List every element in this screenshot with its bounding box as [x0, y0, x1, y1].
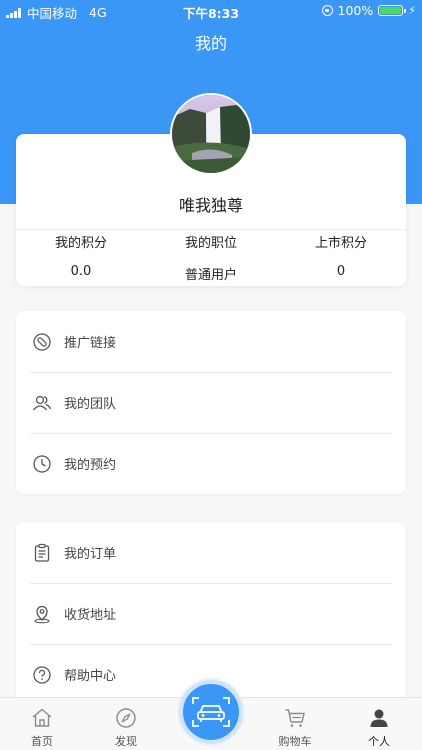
stat-label: 上市积分	[314, 236, 367, 251]
tab-profile[interactable]: 个人	[349, 706, 409, 749]
stat-value: 普通用户	[184, 268, 237, 283]
profile-stats: 我的积分 0.0 我的职位 普通用户 上市积分 0	[16, 236, 406, 283]
menu-group-account: 推广链接 我的团队 我的预约	[16, 311, 406, 494]
battery-percent: 100%	[337, 3, 374, 18]
battery-icon	[378, 5, 406, 16]
status-right: 100% ⚡	[321, 3, 416, 18]
tab-cart[interactable]: 购物车	[265, 706, 325, 749]
tab-discover[interactable]: 发现	[96, 706, 156, 749]
person-icon	[367, 706, 391, 730]
link-icon	[32, 332, 52, 352]
stat-points[interactable]: 我的积分 0.0	[16, 236, 146, 283]
menu-label: 我的团队	[64, 397, 117, 412]
compass-icon	[114, 706, 138, 730]
card-divider	[16, 229, 406, 230]
location-icon	[32, 604, 52, 624]
tab-home[interactable]: 首页	[12, 706, 72, 749]
clock-icon	[32, 454, 52, 474]
menu-label: 推广链接	[64, 336, 117, 351]
menu-item-my-team[interactable]: 我的团队	[16, 372, 406, 433]
status-bar: 中国移动 4G 下午8:33 100% ⚡	[0, 0, 422, 22]
menu-label: 帮助中心	[64, 669, 117, 684]
menu-item-address[interactable]: 收货地址	[16, 583, 406, 644]
menu-group-orders: 我的订单 收货地址 帮助中心	[16, 522, 406, 698]
menu-label: 我的订单	[64, 547, 117, 562]
menu-label: 我的预约	[64, 458, 117, 473]
tab-label: 个人	[368, 735, 390, 748]
tab-label: 购物车	[278, 735, 312, 748]
avatar[interactable]	[170, 93, 252, 175]
menu-label: 收货地址	[64, 608, 117, 623]
menu-item-appointments[interactable]: 我的预约	[16, 433, 406, 494]
stat-position[interactable]: 我的职位 普通用户	[146, 236, 276, 283]
help-icon	[32, 665, 52, 685]
stat-value: 0	[336, 264, 346, 279]
home-icon	[30, 706, 54, 730]
waterfall-image	[172, 95, 250, 173]
stat-label: 我的职位	[184, 236, 237, 251]
page-title: 我的	[194, 34, 227, 53]
cart-icon	[283, 706, 307, 730]
menu-item-promo-link[interactable]: 推广链接	[16, 311, 406, 372]
scan-car-button[interactable]	[179, 680, 243, 744]
car-scan-icon	[192, 697, 230, 727]
stat-label: 我的积分	[54, 236, 107, 251]
clipboard-icon	[32, 543, 52, 563]
tab-label: 首页	[31, 735, 53, 748]
charging-icon: ⚡	[408, 4, 416, 17]
stat-listing-points[interactable]: 上市积分 0	[276, 236, 406, 283]
tab-label: 发现	[115, 735, 137, 748]
stat-value: 0.0	[70, 264, 92, 279]
rotation-lock-icon	[321, 5, 333, 16]
team-icon	[32, 393, 52, 413]
username: 唯我独尊	[178, 196, 243, 215]
menu-item-my-orders[interactable]: 我的订单	[16, 522, 406, 583]
